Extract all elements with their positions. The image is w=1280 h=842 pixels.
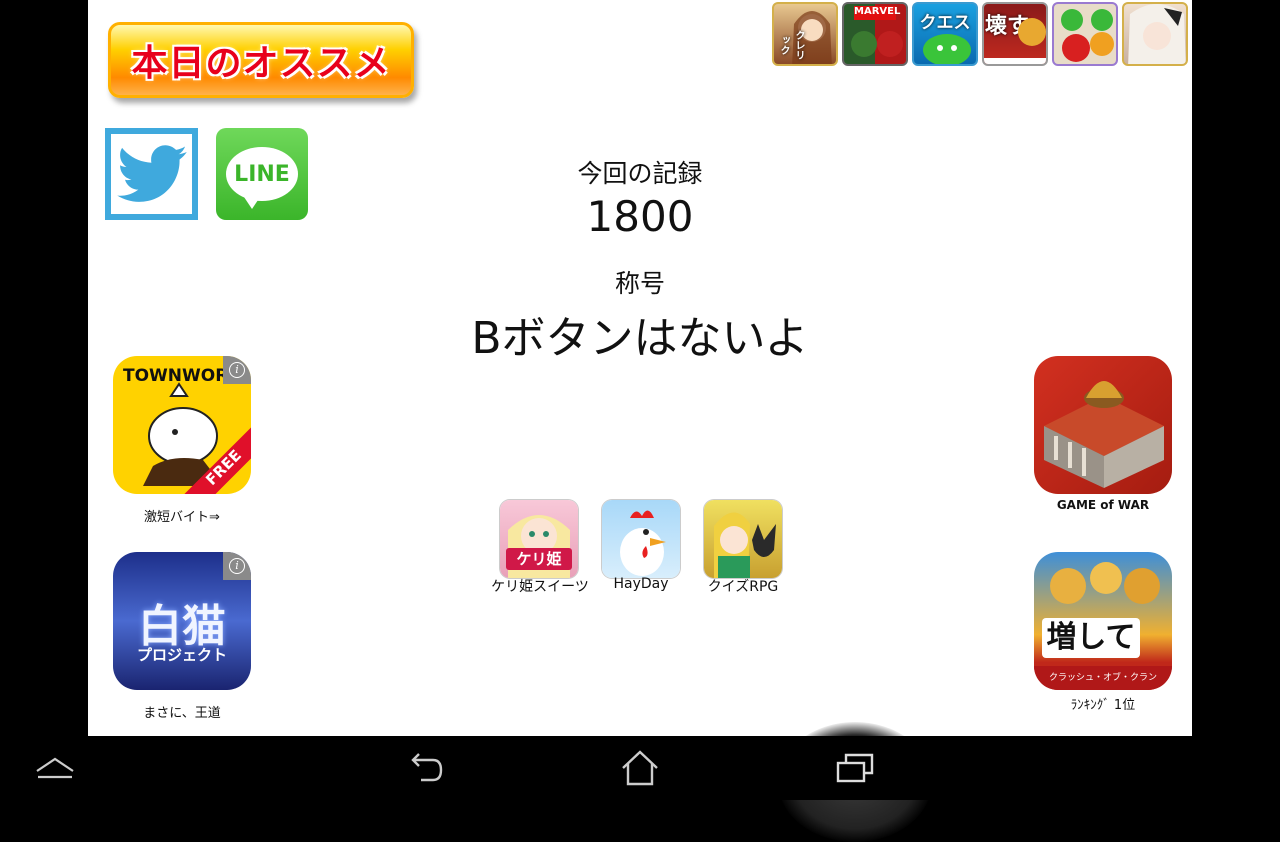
clash-headline: 増して bbox=[1042, 618, 1140, 658]
info-icon: i bbox=[229, 362, 245, 378]
title-label: 称号 bbox=[614, 269, 665, 298]
gothic-girl-icon bbox=[1128, 4, 1186, 64]
app-label: クレリック bbox=[778, 30, 804, 60]
app-icon-gothic-girl[interactable] bbox=[1122, 2, 1188, 66]
banner-title: 本日のオススメ bbox=[131, 43, 391, 84]
home-button[interactable] bbox=[612, 736, 668, 800]
system-navigation-bar bbox=[0, 736, 1280, 800]
ad-clash-of-clans[interactable]: 増して クラッシュ・オブ・クラン bbox=[1034, 552, 1172, 690]
ad-townwork[interactable]: TOWNWORK FREE i bbox=[113, 356, 251, 494]
clash-subtitle: クラッシュ・オブ・クラン bbox=[1034, 666, 1172, 690]
ad-shironeko[interactable]: 白猫 プロジェクト i bbox=[113, 552, 251, 690]
app-icon-puzzle-orbs[interactable] bbox=[1052, 2, 1118, 66]
recent-apps-icon bbox=[836, 753, 874, 783]
info-icon: i bbox=[229, 558, 245, 574]
ad-caption-shironeko[interactable]: まさに、王道 bbox=[97, 702, 267, 721]
shironeko-subtitle: プロジェクト bbox=[136, 646, 227, 664]
record-value: 1800 bbox=[586, 192, 694, 241]
ad-caption-townwork[interactable]: 激短バイト⇒ bbox=[97, 506, 267, 525]
menu-up-button[interactable] bbox=[30, 736, 80, 800]
temple-building-icon bbox=[1044, 381, 1164, 488]
keri-hime-logo: ケリ姫 bbox=[506, 548, 572, 570]
android-screen: 本日のオススメ クレリック MARVEL クエスト bbox=[0, 0, 1280, 842]
small-app-caption[interactable]: HayDay bbox=[591, 576, 691, 592]
home-icon bbox=[622, 750, 658, 786]
app-icon-keri-hime[interactable]: ケリ姫 bbox=[500, 500, 578, 578]
recent-apps-button[interactable] bbox=[826, 736, 884, 800]
top-app-icons: クレリック MARVEL クエスト 壊す bbox=[772, 2, 1188, 66]
app-icon-quiz-rpg[interactable] bbox=[704, 500, 782, 578]
chicken-icon bbox=[620, 510, 666, 576]
quiz-rpg-character-icon bbox=[714, 512, 776, 578]
puzzle-orbs-icon bbox=[1061, 9, 1114, 62]
ad-game-of-war[interactable] bbox=[1034, 356, 1172, 494]
ad-caption-game-of-war[interactable]: GAME of WAR bbox=[1018, 498, 1188, 512]
app-icon-marvel[interactable]: MARVEL bbox=[842, 2, 908, 66]
record-label: 今回の記録 bbox=[577, 159, 703, 188]
app-icon-clash-break[interactable]: 壊す bbox=[982, 2, 1048, 66]
ad-caption-clash[interactable]: ﾗﾝｷﾝｸﾞ 1位 bbox=[1018, 694, 1188, 713]
hero-faces-icon bbox=[851, 31, 903, 57]
ad-info-button[interactable]: i bbox=[223, 356, 251, 384]
ad-info-button[interactable]: i bbox=[223, 552, 251, 580]
chevron-up-icon bbox=[36, 757, 74, 779]
back-button[interactable] bbox=[396, 736, 452, 800]
title-value: Bボタンはないよ bbox=[471, 313, 809, 364]
puyo-blob-icon bbox=[923, 34, 971, 64]
app-content: 本日のオススメ クレリック MARVEL クエスト bbox=[88, 0, 1192, 736]
small-app-caption[interactable]: クイズRPG bbox=[693, 576, 793, 596]
app-icon-hayday[interactable] bbox=[602, 500, 680, 578]
barbarian-icon bbox=[984, 18, 1046, 64]
back-arrow-icon bbox=[411, 753, 443, 782]
small-app-caption[interactable]: ケリ姫スイーツ bbox=[490, 576, 590, 596]
app-icon-puyo-quest[interactable]: クエスト bbox=[912, 2, 978, 66]
recommend-banner[interactable]: 本日のオススメ bbox=[108, 22, 414, 98]
app-icon-cleric[interactable]: クレリック bbox=[772, 2, 838, 66]
